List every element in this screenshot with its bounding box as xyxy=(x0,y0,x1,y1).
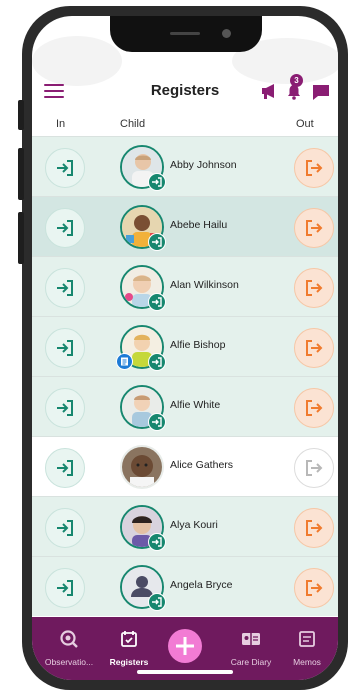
sign-out-button[interactable] xyxy=(294,568,334,608)
child-name: Alfie White xyxy=(170,399,221,411)
sign-in-button[interactable] xyxy=(45,268,85,308)
sign-out-icon xyxy=(306,160,323,176)
child-row[interactable]: Alice Gathers xyxy=(32,436,338,496)
tab-label: Registers xyxy=(109,657,149,667)
sign-in-icon xyxy=(57,400,73,416)
child-row[interactable]: Abby Johnson xyxy=(32,136,338,196)
child-row[interactable]: Alfie White xyxy=(32,376,338,436)
sign-out-icon xyxy=(306,460,323,476)
calendar-check-icon xyxy=(121,631,137,647)
child-name: Alya Kouri xyxy=(170,519,218,531)
child-name: Alan Wilkinson xyxy=(170,279,239,291)
sign-out-icon xyxy=(306,280,323,296)
child-row[interactable]: Abebe Hailu xyxy=(32,196,338,256)
home-indicator xyxy=(137,670,233,674)
sign-in-button[interactable] xyxy=(45,448,85,488)
sign-in-icon xyxy=(57,520,73,536)
book-icon xyxy=(242,633,260,645)
sign-in-button[interactable] xyxy=(45,328,85,368)
tab-registers[interactable]: Registers xyxy=(94,629,164,667)
sign-out-button[interactable] xyxy=(294,208,334,248)
checked-in-indicator xyxy=(148,233,166,251)
checked-in-indicator xyxy=(148,533,166,551)
phone-notch xyxy=(110,16,262,52)
tab-memos[interactable]: Memos xyxy=(272,629,338,667)
sign-out-icon xyxy=(306,220,323,236)
sign-out-button[interactable] xyxy=(294,148,334,188)
sign-out-button[interactable] xyxy=(294,388,334,428)
column-header-child: Child xyxy=(120,118,146,130)
child-register-list: Abby Johnson Abebe Hailu Alan Wilkinson xyxy=(32,136,338,616)
child-row[interactable]: Alya Kouri xyxy=(32,496,338,556)
child-row[interactable]: Alfie Bishop xyxy=(32,316,338,376)
checked-in-indicator xyxy=(148,413,166,431)
child-name: Abby Johnson xyxy=(170,159,237,171)
sign-in-icon xyxy=(57,340,73,356)
child-name: Angela Bryce xyxy=(170,579,233,591)
column-header-in: In xyxy=(56,118,66,130)
bottom-tab-bar: Observatio... Registers Care Diary Memos xyxy=(32,617,338,680)
sign-out-icon xyxy=(306,340,323,356)
sign-out-button[interactable] xyxy=(294,508,334,548)
memo-icon xyxy=(299,631,315,647)
plus-icon xyxy=(176,637,194,655)
magnifier-icon xyxy=(60,630,78,648)
sign-in-button[interactable] xyxy=(45,208,85,248)
child-avatar xyxy=(120,445,164,489)
phone-side-button xyxy=(18,100,24,130)
megaphone-icon[interactable] xyxy=(260,82,280,100)
checked-in-indicator xyxy=(148,173,166,191)
app-screen: Registers 3 In Child Out Abby Johnson Ab… xyxy=(32,16,338,680)
sign-in-button[interactable] xyxy=(45,388,85,428)
child-name: Abebe Hailu xyxy=(170,219,228,231)
speaker xyxy=(170,32,200,35)
checked-in-indicator xyxy=(148,353,166,371)
tab-label: Memos xyxy=(293,657,321,667)
sign-out-button[interactable] xyxy=(294,328,334,368)
checked-in-indicator xyxy=(148,293,166,311)
sign-in-button[interactable] xyxy=(45,568,85,608)
notification-badge: 3 xyxy=(290,74,303,87)
sign-out-icon xyxy=(306,400,323,416)
sign-in-icon xyxy=(57,160,73,176)
sign-in-icon xyxy=(57,460,73,476)
add-button[interactable] xyxy=(168,629,202,663)
child-name: Alfie Bishop xyxy=(170,339,226,351)
checked-in-indicator xyxy=(148,593,166,611)
sign-out-button[interactable] xyxy=(294,268,334,308)
column-header-out: Out xyxy=(296,118,314,130)
sign-in-icon xyxy=(57,280,73,296)
sign-in-icon xyxy=(57,580,73,596)
document-icon[interactable] xyxy=(116,353,133,370)
sign-in-icon xyxy=(57,220,73,236)
child-row[interactable]: Alan Wilkinson xyxy=(32,256,338,316)
camera xyxy=(222,29,231,38)
phone-frame: Registers 3 In Child Out Abby Johnson Ab… xyxy=(22,6,348,690)
sign-out-button[interactable] xyxy=(294,448,334,488)
chat-icon[interactable] xyxy=(312,84,330,100)
phone-side-button xyxy=(18,212,24,264)
phone-side-button xyxy=(18,148,24,200)
sign-in-button[interactable] xyxy=(45,148,85,188)
sign-out-icon xyxy=(306,520,323,536)
child-name: Alice Gathers xyxy=(170,459,234,471)
child-row[interactable]: Angela Bryce xyxy=(32,556,338,616)
sign-in-button[interactable] xyxy=(45,508,85,548)
sign-out-icon xyxy=(306,580,323,596)
